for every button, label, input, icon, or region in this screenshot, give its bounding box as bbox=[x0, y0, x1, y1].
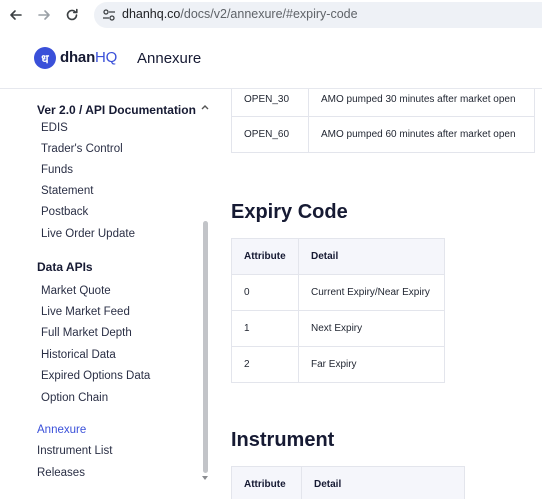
table-cell: Next Expiry bbox=[298, 310, 445, 347]
address-bar[interactable]: dhanhq.co/docs/v2/annexure/#expiry-code bbox=[94, 2, 542, 28]
logo-name: dhan bbox=[60, 49, 96, 66]
table-cell: 2 bbox=[231, 346, 299, 383]
url-text: dhanhq.co/docs/v2/annexure/#expiry-code bbox=[122, 7, 358, 21]
sidebar-item-statement[interactable]: Statement bbox=[41, 185, 93, 197]
sidebar-item-expired-options-data[interactable]: Expired Options Data bbox=[41, 370, 150, 382]
sidebar-item-instrument-list[interactable]: Instrument List bbox=[37, 445, 112, 457]
arrow-right-icon bbox=[38, 10, 50, 20]
page-title: Annexure bbox=[137, 50, 202, 67]
column-header-attribute: Attribute bbox=[231, 238, 299, 275]
sidebar-item-option-chain[interactable]: Option Chain bbox=[41, 392, 108, 404]
sidebar-item-annexure[interactable]: Annexure bbox=[37, 424, 86, 436]
table-row: 1 Next Expiry bbox=[231, 310, 445, 347]
sidebar-item-live-order-update[interactable]: Live Order Update bbox=[41, 228, 135, 240]
reload-icon bbox=[66, 8, 78, 21]
browser-toolbar: dhanhq.co/docs/v2/annexure/#expiry-code bbox=[0, 0, 542, 30]
table-row: OPEN_30 AMO pumped 30 minutes after mark… bbox=[231, 89, 535, 117]
dhan-logo-icon[interactable]: ध bbox=[34, 47, 56, 69]
scroll-down-arrow-icon[interactable] bbox=[201, 474, 209, 482]
main-content: OPEN_30 AMO pumped 30 minutes after mark… bbox=[214, 89, 542, 499]
sidebar-item-edis[interactable]: EDIS bbox=[41, 122, 68, 134]
expiry-code-heading: Expiry Code bbox=[231, 201, 348, 223]
table-header-row: Attribute Detail bbox=[231, 466, 465, 499]
table-cell: 0 bbox=[231, 274, 299, 311]
sidebar-item-historical-data[interactable]: Historical Data bbox=[41, 349, 116, 361]
logo-suffix: HQ bbox=[95, 49, 118, 66]
sidebar-item-live-market-feed[interactable]: Live Market Feed bbox=[41, 306, 130, 318]
instrument-heading: Instrument bbox=[231, 429, 335, 451]
sidebar-item-full-market-depth[interactable]: Full Market Depth bbox=[41, 327, 132, 339]
table-row: OPEN_60 AMO pumped 60 minutes after mark… bbox=[231, 116, 535, 153]
chevron-up-icon[interactable] bbox=[200, 103, 210, 111]
table-cell: OPEN_60 bbox=[231, 116, 309, 153]
table-cell: Far Expiry bbox=[298, 346, 445, 383]
sidebar-item-releases[interactable]: Releases bbox=[37, 467, 85, 479]
expiry-code-table: Attribute Detail 0 Current Expiry/Near E… bbox=[231, 238, 445, 383]
reload-button[interactable] bbox=[64, 7, 80, 23]
site-header: ध dhanHQ Annexure bbox=[0, 30, 542, 89]
back-button[interactable] bbox=[8, 7, 24, 23]
table-header-row: Attribute Detail bbox=[231, 238, 445, 275]
table-cell: OPEN_30 bbox=[231, 89, 309, 117]
sidebar: Ver 2.0 / API Documentation EDIS Trader'… bbox=[0, 89, 214, 499]
table-cell: AMO pumped 60 minutes after market open bbox=[308, 116, 535, 153]
table-row: 2 Far Expiry bbox=[231, 346, 445, 383]
amo-table: OPEN_30 AMO pumped 30 minutes after mark… bbox=[231, 89, 535, 153]
arrow-left-icon bbox=[10, 10, 22, 20]
sidebar-item-postback[interactable]: Postback bbox=[41, 206, 88, 218]
sidebar-item-traders-control[interactable]: Trader's Control bbox=[41, 143, 123, 155]
sidebar-scrollbar-thumb[interactable] bbox=[203, 221, 208, 473]
sidebar-section-data-apis[interactable]: Data APIs bbox=[37, 260, 93, 274]
table-cell: 1 bbox=[231, 310, 299, 347]
column-header-detail: Detail bbox=[298, 238, 445, 275]
logo-wordmark[interactable]: dhanHQ bbox=[60, 49, 117, 66]
url-host: dhanhq.co bbox=[122, 7, 181, 21]
table-cell: Current Expiry/Near Expiry bbox=[298, 274, 445, 311]
sidebar-item-market-quote[interactable]: Market Quote bbox=[41, 285, 111, 297]
instrument-table: Attribute Detail bbox=[231, 466, 465, 499]
url-path: /docs/v2/annexure/#expiry-code bbox=[180, 7, 358, 21]
column-header-detail: Detail bbox=[301, 466, 465, 499]
logo-symbol: ध bbox=[41, 51, 49, 66]
column-header-attribute: Attribute bbox=[231, 466, 302, 499]
forward-button[interactable] bbox=[36, 7, 52, 23]
table-row: 0 Current Expiry/Near Expiry bbox=[231, 274, 445, 311]
sidebar-item-funds[interactable]: Funds bbox=[41, 164, 73, 176]
table-cell: AMO pumped 30 minutes after market open bbox=[308, 89, 535, 117]
site-settings-icon[interactable] bbox=[102, 8, 116, 22]
sidebar-section-api[interactable]: Ver 2.0 / API Documentation bbox=[37, 103, 196, 117]
